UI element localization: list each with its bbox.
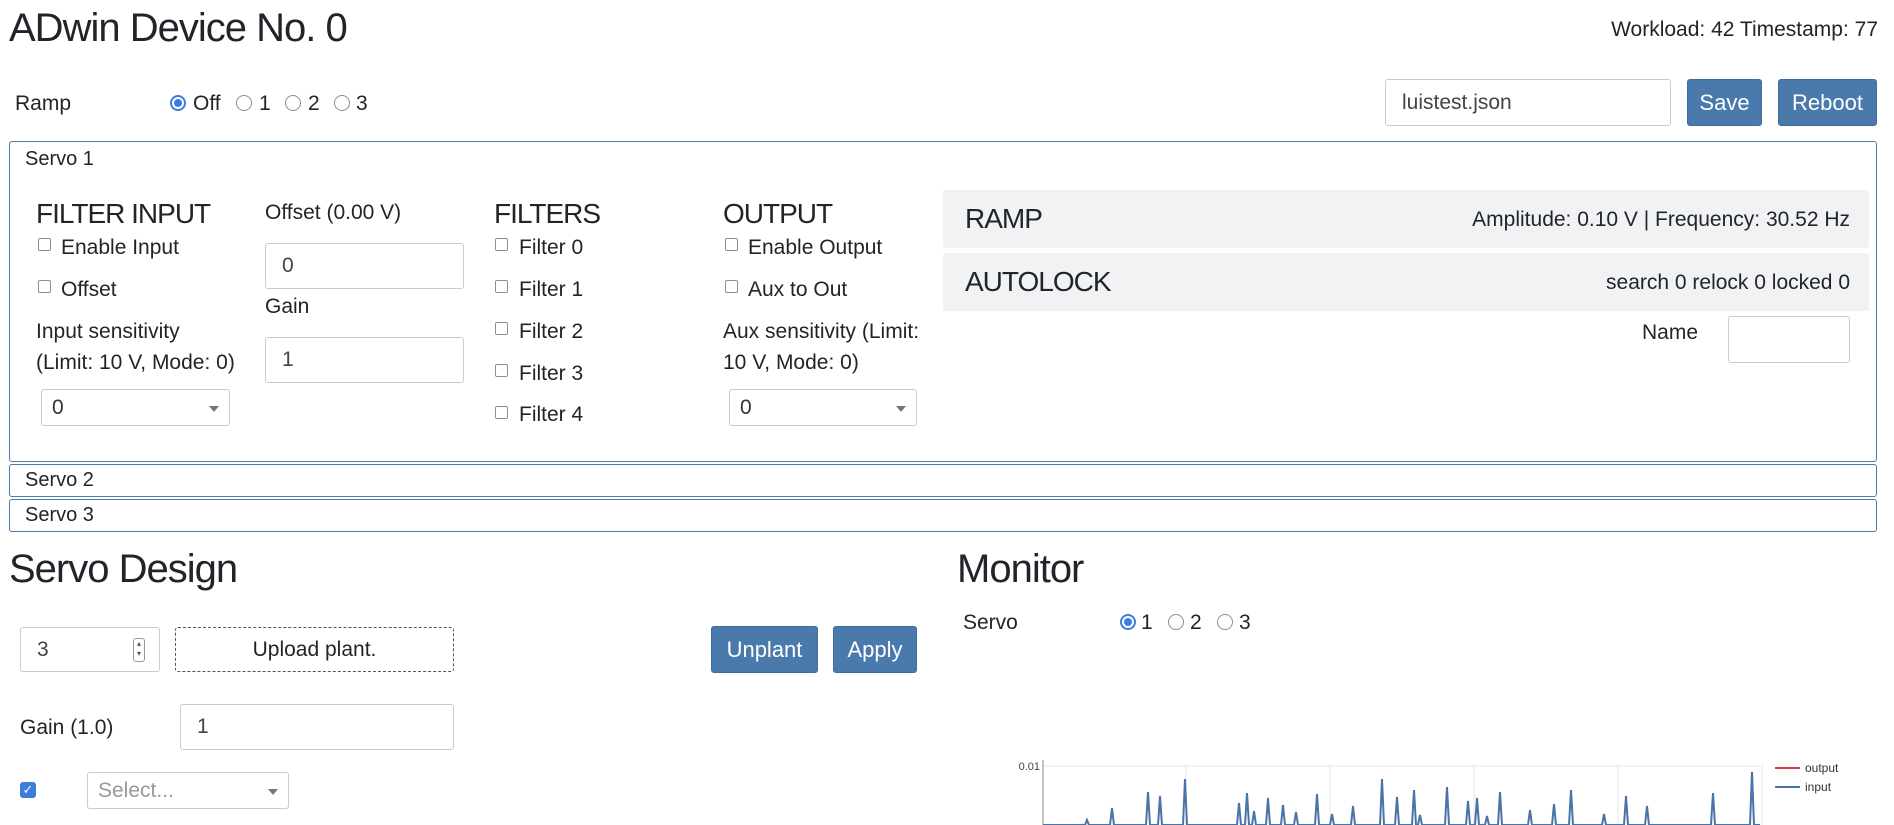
aux-sensitivity-value: 0 [740, 395, 752, 419]
chart-grid [1043, 764, 1763, 825]
ramp-radio-3[interactable] [334, 95, 350, 111]
aux-to-out-label: Aux to Out [748, 278, 848, 301]
autolock-info: search 0 relock 0 locked 0 [1606, 271, 1850, 294]
offset-input[interactable]: 0 [265, 243, 464, 289]
upload-plant-label: Upload plant. [252, 637, 377, 661]
ramp-option-off-label: Off [193, 92, 221, 115]
gain-input[interactable]: 1 [265, 337, 464, 383]
filename-value: luistest.json [1402, 90, 1512, 114]
aux-sensitivity-label: Aux sensitivity (Limit: [723, 320, 920, 343]
apply-button[interactable]: Apply [833, 626, 917, 673]
filter-4-checkbox[interactable] [495, 406, 508, 419]
ramp-info: Amplitude: 0.10 V | Frequency: 30.52 Hz [1472, 208, 1850, 231]
filter-0-checkbox[interactable] [495, 238, 508, 251]
spinner-arrows-icon[interactable]: ▴ ▾ [133, 638, 145, 662]
workload-timestamp: Workload: 42 Timestamp: 77 [1611, 18, 1878, 41]
input-sensitivity-select[interactable]: 0 [41, 389, 230, 426]
filename-input[interactable]: luistest.json [1385, 79, 1671, 126]
save-button[interactable]: Save [1687, 79, 1762, 126]
output-heading: OUTPUT [723, 198, 833, 229]
filters-heading: FILTERS [494, 198, 601, 229]
servo-3-panel[interactable] [9, 499, 1877, 532]
ramp-section-heading: RAMP [965, 203, 1043, 234]
legend-output-label: output [1805, 761, 1839, 775]
legend-input-label: input [1805, 780, 1832, 794]
monitor-option-1-label: 1 [1141, 611, 1153, 634]
offset-value: 0 [282, 254, 294, 277]
name-input[interactable] [1728, 316, 1850, 363]
monitor-radio-3[interactable] [1217, 614, 1233, 630]
monitor-heading: Monitor [957, 547, 1084, 591]
monitor-chart: 0.01 output input [1019, 760, 1839, 825]
offset-voltage-label: Offset (0.00 V) [265, 201, 402, 224]
aux-sensitivity-limit: 10 V, Mode: 0) [723, 351, 859, 374]
offset-label: Offset [61, 278, 117, 301]
monitor-radio-1[interactable] [1120, 614, 1136, 630]
input-sensitivity-limit: (Limit: 10 V, Mode: 0) [36, 351, 235, 374]
input-series [1043, 771, 1760, 825]
filter-2-label: Filter 2 [519, 320, 584, 343]
ramp-radio-off[interactable] [170, 95, 186, 111]
upload-plant-dropzone[interactable]: Upload plant. [175, 627, 454, 672]
name-label: Name [1642, 321, 1699, 344]
servo-design-heading: Servo Design [9, 547, 238, 591]
filter-input-heading: FILTER INPUT [36, 198, 211, 229]
enable-output-label: Enable Output [748, 236, 883, 259]
offset-checkbox[interactable] [38, 280, 51, 293]
design-gain-input[interactable]: 1 [180, 704, 454, 750]
servo-2-title[interactable]: Servo 2 [25, 469, 94, 492]
enable-input-label: Enable Input [61, 236, 179, 259]
page-title: ADwin Device No. 0 [9, 6, 348, 50]
servo-1-title[interactable]: Servo 1 [25, 148, 94, 171]
chevron-down-icon [209, 405, 219, 412]
order-spinner-value: 3 [37, 637, 49, 661]
aux-to-out-checkbox[interactable] [725, 280, 738, 293]
monitor-option-3-label: 3 [1239, 611, 1251, 634]
filter-1-checkbox[interactable] [495, 280, 508, 293]
input-sensitivity-label: Input sensitivity [36, 320, 180, 343]
ramp-radio-1[interactable] [236, 95, 252, 111]
reboot-button[interactable]: Reboot [1778, 79, 1877, 126]
servo-3-title[interactable]: Servo 3 [25, 504, 94, 527]
chevron-down-icon [268, 788, 278, 795]
monitor-servo-label: Servo [963, 611, 1018, 634]
filter-4-label: Filter 4 [519, 403, 584, 426]
ramp-option-1-label: 1 [259, 92, 271, 115]
ramp-label: Ramp [15, 92, 72, 115]
filter-type-placeholder: Select... [98, 778, 174, 802]
design-filter-checkbox[interactable]: ✓ [20, 782, 36, 798]
filter-type-select[interactable]: Select... [87, 772, 289, 809]
design-gain-label: Gain (1.0) [20, 716, 114, 739]
ramp-option-3-label: 3 [356, 92, 368, 115]
input-series-line [1043, 771, 1760, 825]
input-sensitivity-value: 0 [52, 395, 64, 419]
enable-input-checkbox[interactable] [38, 238, 51, 251]
monitor-option-2-label: 2 [1190, 611, 1202, 634]
chart-legend: output input [1775, 761, 1839, 794]
autolock-section-heading: AUTOLOCK [965, 266, 1112, 297]
filter-3-checkbox[interactable] [495, 364, 508, 377]
chevron-down-icon [896, 405, 906, 412]
filter-0-label: Filter 0 [519, 236, 584, 259]
gain-value: 1 [282, 348, 294, 371]
enable-output-checkbox[interactable] [725, 238, 738, 251]
gain-label: Gain [265, 295, 310, 318]
order-spinner[interactable]: 3 ▴ ▾ [20, 627, 160, 672]
monitor-radio-2[interactable] [1168, 614, 1184, 630]
unplant-button[interactable]: Unplant [711, 626, 818, 673]
ramp-radio-2[interactable] [285, 95, 301, 111]
chart-ytick-label: 0.01 [1019, 761, 1040, 773]
filter-3-label: Filter 3 [519, 362, 584, 385]
filter-1-label: Filter 1 [519, 278, 584, 301]
servo-2-panel[interactable] [9, 464, 1877, 497]
design-gain-value: 1 [197, 715, 209, 738]
ramp-option-2-label: 2 [308, 92, 320, 115]
filter-2-checkbox[interactable] [495, 322, 508, 335]
aux-sensitivity-select[interactable]: 0 [729, 389, 917, 426]
